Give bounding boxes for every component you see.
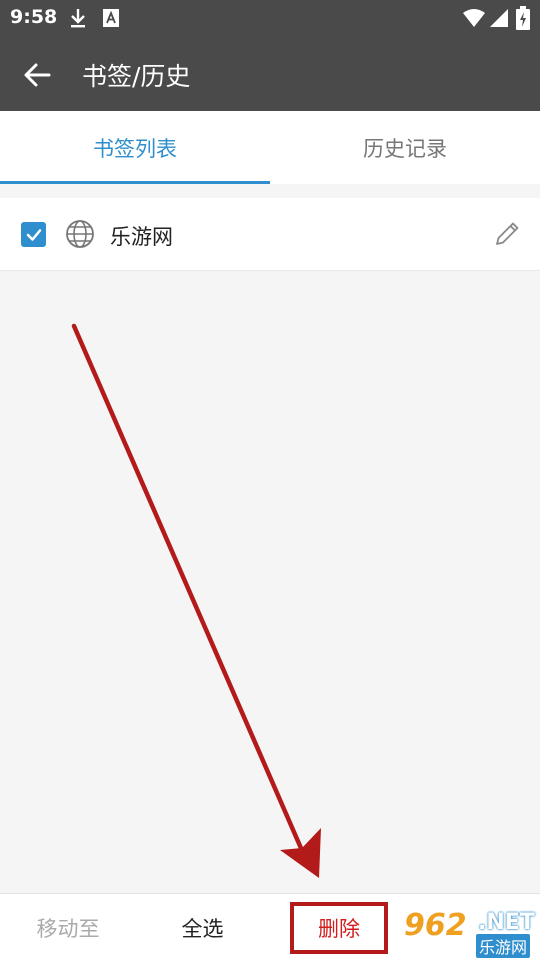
watermark-number: 962 bbox=[404, 908, 467, 943]
app-bar: 书签/历史 bbox=[0, 38, 540, 111]
bookmark-title: 乐游网 bbox=[110, 225, 173, 249]
delete-button[interactable]: 删除 bbox=[290, 902, 388, 954]
signal-icon bbox=[490, 9, 508, 27]
globe-icon bbox=[66, 220, 94, 248]
list-item[interactable]: 乐游网 bbox=[0, 198, 540, 271]
tab-history[interactable]: 历史记录 bbox=[270, 111, 540, 184]
page-title: 书签/历史 bbox=[82, 62, 191, 91]
tab-indicator bbox=[0, 181, 270, 184]
watermark-logo: 962 .NET 乐游网 bbox=[402, 908, 536, 958]
status-time: 9:58 bbox=[10, 6, 58, 28]
tab-bar: 书签列表 历史记录 bbox=[0, 111, 540, 184]
bookmark-checkbox[interactable] bbox=[21, 222, 46, 247]
wifi-icon bbox=[463, 9, 485, 27]
edit-pencil-icon[interactable] bbox=[492, 219, 522, 249]
back-button[interactable] bbox=[14, 52, 60, 98]
watermark-name: 乐游网 bbox=[476, 934, 531, 958]
check-icon bbox=[26, 228, 41, 241]
move-to-button[interactable]: 移动至 bbox=[18, 894, 118, 960]
select-all-button[interactable]: 全选 bbox=[160, 894, 245, 960]
font-app-icon bbox=[103, 9, 119, 27]
tab-bookmarks[interactable]: 书签列表 bbox=[0, 111, 270, 184]
battery-charging-icon bbox=[516, 6, 530, 30]
arrow-left-icon bbox=[24, 63, 51, 87]
status-bar: 9:58 bbox=[0, 0, 540, 38]
bookmark-list: 乐游网 bbox=[0, 198, 540, 271]
watermark-suffix: .NET bbox=[478, 910, 535, 935]
download-icon bbox=[71, 9, 85, 28]
